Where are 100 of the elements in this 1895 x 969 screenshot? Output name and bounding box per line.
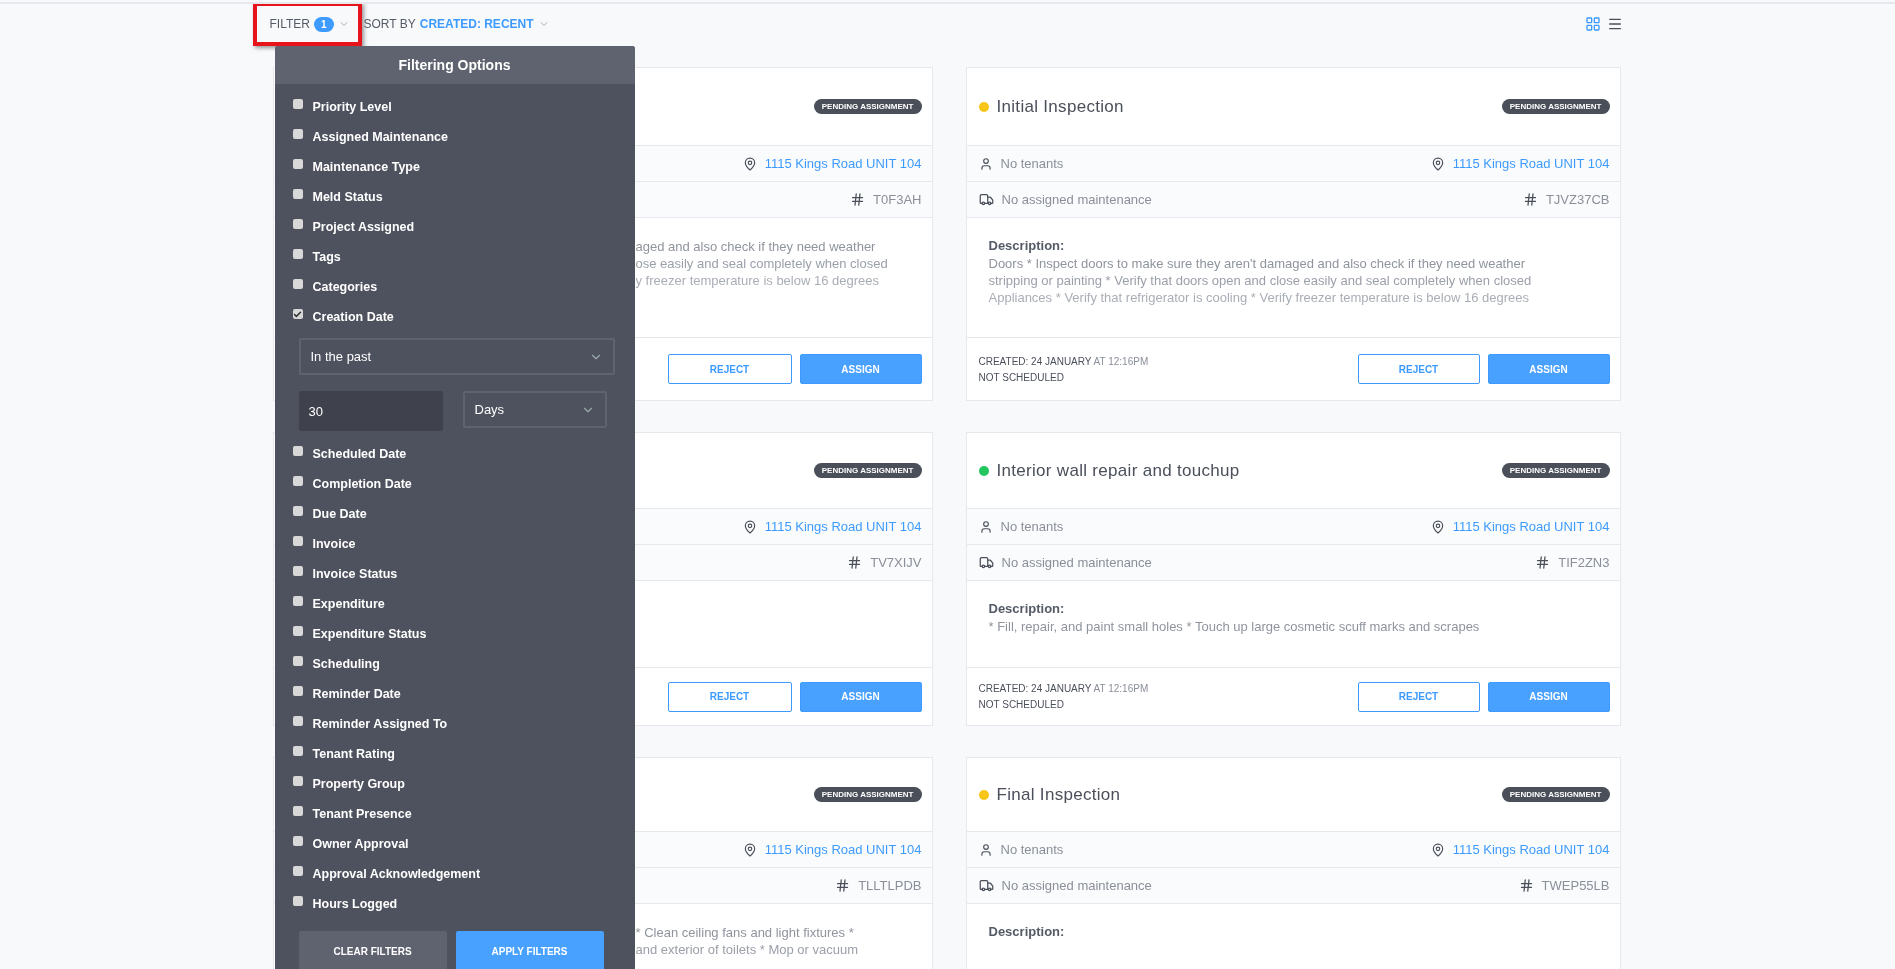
period-select[interactable]: In the past bbox=[298, 338, 615, 375]
meld-code: TWEP55LB bbox=[1541, 878, 1610, 893]
filter-option[interactable]: Hours Logged bbox=[292, 889, 635, 919]
location-pin-icon bbox=[1430, 842, 1445, 857]
filter-option[interactable]: Due Date bbox=[292, 499, 635, 529]
person-icon bbox=[978, 519, 993, 534]
filter-option[interactable]: Creation Date bbox=[292, 302, 635, 332]
unit-select[interactable]: Days bbox=[462, 391, 607, 428]
checkbox[interactable] bbox=[292, 626, 303, 636]
created-date: CREATED: 24 JANUARY AT 12:16PM bbox=[978, 683, 1149, 694]
maintenance-text: No assigned maintenance bbox=[1001, 555, 1152, 570]
card-title: Final Inspection bbox=[996, 784, 1121, 805]
checkbox[interactable] bbox=[292, 446, 303, 456]
person-icon bbox=[978, 156, 993, 171]
filter-option[interactable]: Tags bbox=[292, 242, 635, 272]
status-badge: PENDING ASSIGNMENT bbox=[813, 787, 922, 802]
filter-option[interactable]: Expenditure bbox=[292, 589, 635, 619]
maintenance-text: No assigned maintenance bbox=[1001, 192, 1152, 207]
card-title: Interior wall repair and touchup bbox=[996, 460, 1240, 481]
schedule-status: NOT SCHEDULED bbox=[978, 699, 1065, 710]
description-label: Description: bbox=[988, 924, 1066, 939]
description-text: and exterior of toilets * Mop or vacuum bbox=[635, 941, 860, 958]
description-text: Doors * Inspect doors to make sure they aren't damaged and also check if they need weather bbox=[988, 255, 1526, 272]
filter-option[interactable]: Invoice Status bbox=[292, 559, 635, 589]
status-badge: PENDING ASSIGNMENT bbox=[813, 463, 922, 478]
hash-icon bbox=[835, 878, 851, 893]
checkbox[interactable] bbox=[292, 279, 303, 289]
filter-option[interactable]: Owner Approval bbox=[292, 829, 635, 859]
filter-option[interactable]: Invoice bbox=[292, 529, 635, 559]
tenant-text: No tenants bbox=[1000, 842, 1064, 857]
filter-option[interactable]: Categories bbox=[292, 272, 635, 302]
filter-option[interactable]: Completion Date bbox=[292, 469, 635, 499]
sort-dropdown[interactable]: SORT BY CREATED: RECENT bbox=[363, 17, 550, 31]
status-badge: PENDING ASSIGNMENT bbox=[813, 99, 922, 114]
checkbox[interactable] bbox=[292, 806, 303, 816]
filter-option[interactable]: Tenant Presence bbox=[292, 799, 635, 829]
filter-option[interactable]: Reminder Date bbox=[292, 679, 635, 709]
location-pin-icon bbox=[742, 842, 757, 857]
checkbox[interactable] bbox=[292, 656, 303, 666]
hash-icon bbox=[850, 192, 866, 207]
location-pin-icon bbox=[1430, 156, 1445, 171]
description-label: Description: bbox=[988, 238, 1066, 253]
truck-icon bbox=[978, 192, 994, 207]
checkbox[interactable] bbox=[292, 309, 303, 319]
filter-option[interactable]: Meld Status bbox=[292, 182, 635, 212]
filter-option[interactable]: Project Assigned bbox=[292, 212, 635, 242]
status-badge: PENDING ASSIGNMENT bbox=[1501, 463, 1610, 478]
filter-option[interactable]: Assigned Maintenance bbox=[292, 122, 635, 152]
checkbox[interactable] bbox=[292, 776, 303, 786]
checkbox[interactable] bbox=[292, 866, 303, 876]
truck-icon bbox=[978, 878, 994, 893]
checkbox[interactable] bbox=[292, 596, 303, 606]
checkbox[interactable] bbox=[292, 746, 303, 756]
location-pin-icon bbox=[1430, 519, 1445, 534]
filter-option[interactable]: Priority Level bbox=[292, 92, 635, 122]
description-text: y freezer temperature is below 16 degrees bbox=[635, 272, 880, 289]
checkbox[interactable] bbox=[292, 99, 303, 109]
checkbox[interactable] bbox=[292, 159, 303, 169]
filter-option[interactable]: Scheduled Date bbox=[292, 439, 635, 469]
checkbox[interactable] bbox=[292, 129, 303, 139]
filter-option[interactable]: Tenant Rating bbox=[292, 739, 635, 769]
checkbox[interactable] bbox=[292, 476, 303, 486]
meld-code: TV7XIJV bbox=[870, 555, 922, 570]
checkbox[interactable] bbox=[292, 249, 303, 259]
created-date: CREATED: 24 JANUARY AT 12:16PM bbox=[978, 355, 1149, 367]
status-badge: PENDING ASSIGNMENT bbox=[1501, 99, 1610, 114]
checkbox[interactable] bbox=[292, 189, 303, 199]
clear-filters-button[interactable]: CLEAR FILTERS bbox=[298, 931, 447, 969]
tenant-text: No tenants bbox=[1000, 519, 1064, 534]
filter-option[interactable]: Property Group bbox=[292, 769, 635, 799]
meld-code: TIF2ZN3 bbox=[1558, 555, 1610, 570]
checkbox[interactable] bbox=[292, 566, 303, 576]
filter-option[interactable]: Approval Acknowledgement bbox=[292, 859, 635, 889]
filter-option[interactable]: Reminder Assigned To bbox=[292, 709, 635, 739]
amount-input[interactable]: 30 bbox=[298, 391, 443, 431]
filter-button[interactable]: FILTER 1 bbox=[269, 16, 350, 32]
tenant-text: No tenants bbox=[1000, 156, 1064, 171]
meld-code: TJVZ37CB bbox=[1545, 192, 1610, 207]
checkbox[interactable] bbox=[292, 536, 303, 546]
checkbox[interactable] bbox=[292, 219, 303, 229]
checkbox[interactable] bbox=[292, 506, 303, 516]
checkbox[interactable] bbox=[292, 896, 303, 906]
description-text: Appliances * Verify that refrigerator is cooling * Verify freezer temperature is below 16 degrees bbox=[988, 289, 1530, 306]
checkbox[interactable] bbox=[292, 686, 303, 696]
description-text: * Clean ceiling fans and light fixtures * bbox=[635, 924, 855, 941]
filter-option[interactable]: Scheduling bbox=[292, 649, 635, 679]
meld-code: TLLTLPDB bbox=[858, 878, 922, 893]
filter-option[interactable]: Expenditure Status bbox=[292, 619, 635, 649]
truck-icon bbox=[978, 555, 994, 570]
checkbox[interactable] bbox=[292, 836, 303, 846]
description-text: * Fill, repair, and paint small holes * Touch up large cosmetic scuff marks and scrapes bbox=[988, 618, 1481, 635]
list-view-icon[interactable] bbox=[1606, 16, 1623, 32]
location-pin-icon bbox=[742, 519, 757, 534]
grid-view-icon[interactable] bbox=[1584, 16, 1601, 32]
person-icon bbox=[978, 842, 993, 857]
hash-icon bbox=[1522, 192, 1538, 207]
panel-title: Filtering Options bbox=[274, 46, 635, 84]
checkbox[interactable] bbox=[292, 716, 303, 726]
description-text: aged and also check if they need weather bbox=[635, 238, 877, 255]
filter-option[interactable]: Maintenance Type bbox=[292, 152, 635, 182]
